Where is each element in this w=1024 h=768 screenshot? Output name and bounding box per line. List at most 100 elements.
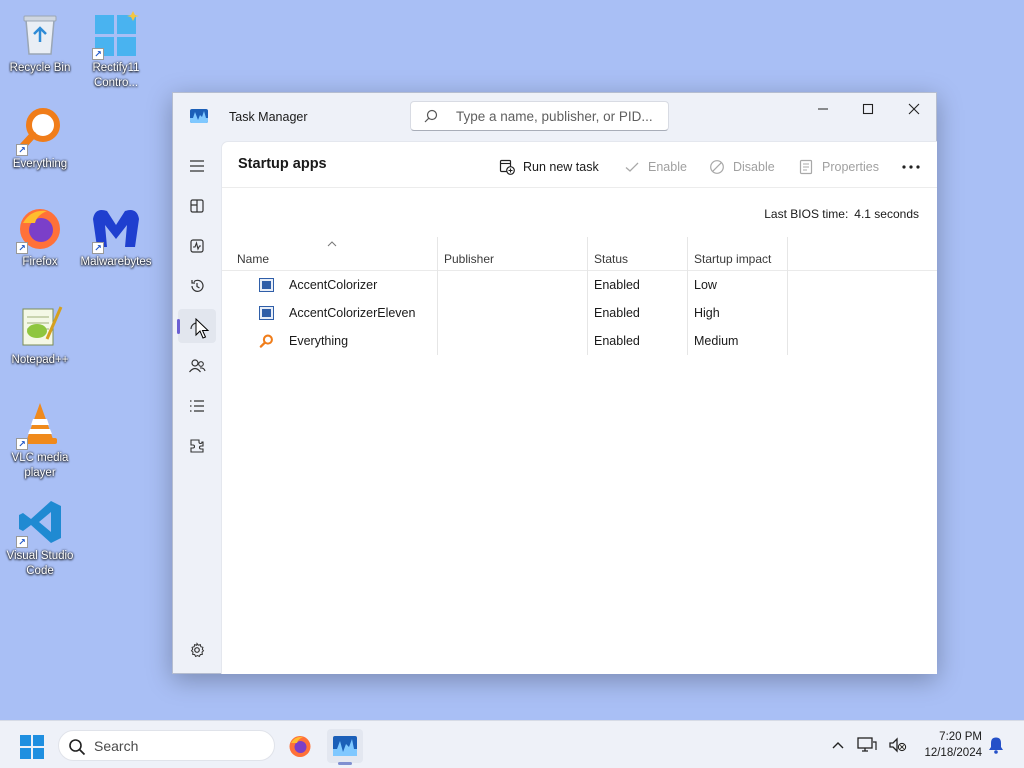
enable-button[interactable]: Enable — [624, 152, 687, 182]
cell-name: AccentColorizer — [230, 271, 438, 299]
show-hidden-icons-button[interactable] — [826, 721, 850, 768]
taskbar-firefox-button[interactable] — [282, 729, 318, 763]
minimize-button[interactable] — [800, 93, 846, 125]
table-row[interactable]: Everything Enabled Medium — [222, 327, 937, 355]
minimize-icon — [818, 108, 828, 110]
run-new-task-icon — [499, 159, 515, 175]
shortcut-arrow-icon: ↗ — [16, 144, 28, 156]
properties-button[interactable]: Properties — [798, 152, 879, 182]
clock-date: 12/18/2024 — [924, 747, 982, 759]
desktop-icon-label: Everything — [12, 158, 68, 170]
column-header-name[interactable]: Name — [230, 237, 438, 271]
desktop-icon-vlc[interactable]: ↗ VLC media player — [0, 398, 80, 481]
column-header-status[interactable]: Status — [587, 237, 688, 271]
startup-apps-page: Startup apps Run new task Enable Disable… — [221, 141, 937, 674]
run-new-task-label: Run new task — [523, 160, 599, 174]
enable-label: Enable — [648, 160, 687, 174]
table-row[interactable]: AccentColorizer Enabled Low — [222, 271, 937, 299]
vlc-cone-icon: ↗ — [14, 398, 66, 450]
nav-details[interactable] — [178, 389, 216, 423]
column-header-startup-impact[interactable]: Startup impact — [687, 237, 788, 271]
table-row[interactable]: AccentColorizerEleven Enabled High — [222, 299, 937, 327]
clock-time: 7:20 PM — [939, 731, 982, 743]
properties-label: Properties — [822, 160, 879, 174]
windows-logo-icon: ↗ — [90, 8, 142, 60]
mouse-cursor-icon — [195, 318, 210, 339]
nav-users[interactable] — [178, 349, 216, 383]
firefox-icon — [289, 736, 311, 757]
bios-time: Last BIOS time: 4.1 seconds — [764, 207, 919, 221]
search-input[interactable] — [456, 106, 661, 126]
search-icon — [424, 109, 438, 123]
desktop-icon-malwarebytes[interactable]: ↗ Malwarebytes — [76, 202, 156, 270]
cell-status: Enabled — [587, 271, 688, 299]
nav-performance[interactable] — [178, 229, 216, 263]
desktop-icon-rectify11[interactable]: ↗ Rectify11 Contro... — [76, 8, 156, 91]
desktop-icon-firefox[interactable]: ↗ Firefox — [0, 202, 80, 270]
cell-name: Everything — [230, 327, 438, 355]
volume-muted-icon — [889, 737, 907, 753]
desktop-icon-label: Firefox — [22, 256, 58, 268]
taskbar-search-label: Search — [94, 738, 139, 754]
hamburger-icon — [190, 160, 204, 172]
vscode-icon: ↗ — [14, 496, 66, 548]
nav-services[interactable] — [178, 429, 216, 463]
malwarebytes-icon: ↗ — [90, 202, 142, 254]
column-header-publisher[interactable]: Publisher — [437, 237, 588, 271]
desktop-icon-vscode[interactable]: ↗ Visual Studio Code — [0, 496, 80, 579]
close-icon — [908, 103, 920, 115]
sort-ascending-icon — [327, 241, 337, 247]
desktop-icon-label: Malwarebytes — [80, 256, 152, 268]
nav-settings[interactable] — [178, 633, 216, 667]
processes-icon — [190, 199, 204, 213]
cell-startup-impact: Medium — [687, 327, 788, 355]
details-list-icon — [190, 400, 204, 412]
desktop-icon-label: Recycle Bin — [9, 62, 71, 74]
hamburger-menu-button[interactable] — [178, 149, 216, 183]
system-tray-network-volume[interactable] — [857, 721, 907, 768]
desktop-icon-label: Notepad++ — [11, 354, 69, 366]
bios-time-value: 4.1 seconds — [854, 207, 919, 221]
users-icon — [189, 359, 206, 373]
table-header: Name Publisher Status Startup impact — [222, 237, 937, 271]
clock[interactable]: 7:20 PM 12/18/2024 — [918, 729, 982, 761]
maximize-button[interactable] — [845, 93, 891, 125]
task-manager-icon — [333, 736, 357, 756]
everything-magnifier-icon: ↗ — [14, 104, 66, 156]
nav-processes[interactable] — [178, 189, 216, 223]
notifications-button[interactable] — [986, 721, 1006, 768]
desktop-icon-label: Visual Studio Code — [6, 550, 74, 577]
desktop-icon-notepadpp[interactable]: Notepad++ — [0, 300, 80, 368]
shortcut-arrow-icon: ↗ — [92, 48, 104, 60]
desktop-icon-recycle-bin[interactable]: Recycle Bin — [0, 8, 80, 76]
properties-icon — [798, 159, 814, 175]
maximize-icon — [862, 103, 874, 115]
taskbar-task-manager-button[interactable] — [327, 729, 363, 765]
window-title: Task Manager — [229, 110, 308, 124]
start-button[interactable] — [20, 735, 44, 759]
taskbar-search-box[interactable]: Search — [58, 730, 275, 761]
windows-start-icon — [20, 735, 44, 759]
desktop-icon-everything[interactable]: ↗ Everything — [0, 104, 80, 172]
startup-apps-table: Name Publisher Status Startup impact Acc… — [222, 237, 937, 355]
shortcut-arrow-icon: ↗ — [16, 242, 28, 254]
firefox-icon: ↗ — [14, 202, 66, 254]
disable-button[interactable]: Disable — [709, 152, 775, 182]
cell-status: Enabled — [587, 327, 688, 355]
shortcut-arrow-icon: ↗ — [16, 438, 28, 450]
close-button[interactable] — [891, 93, 937, 125]
more-options-button[interactable] — [900, 152, 922, 182]
title-bar[interactable]: Task Manager — [173, 93, 936, 141]
shortcut-arrow-icon: ↗ — [92, 242, 104, 254]
command-bar-divider — [222, 187, 937, 188]
cell-startup-impact: High — [687, 299, 788, 327]
nav-app-history[interactable] — [178, 269, 216, 303]
services-puzzle-icon — [190, 439, 204, 453]
run-new-task-button[interactable]: Run new task — [499, 152, 599, 182]
page-title: Startup apps — [238, 156, 327, 172]
network-monitor-icon — [857, 737, 877, 752]
search-icon — [69, 739, 86, 756]
desktop-icon-label: Rectify11 Contro... — [92, 62, 140, 89]
gear-icon — [190, 642, 205, 658]
search-box[interactable] — [410, 101, 669, 131]
